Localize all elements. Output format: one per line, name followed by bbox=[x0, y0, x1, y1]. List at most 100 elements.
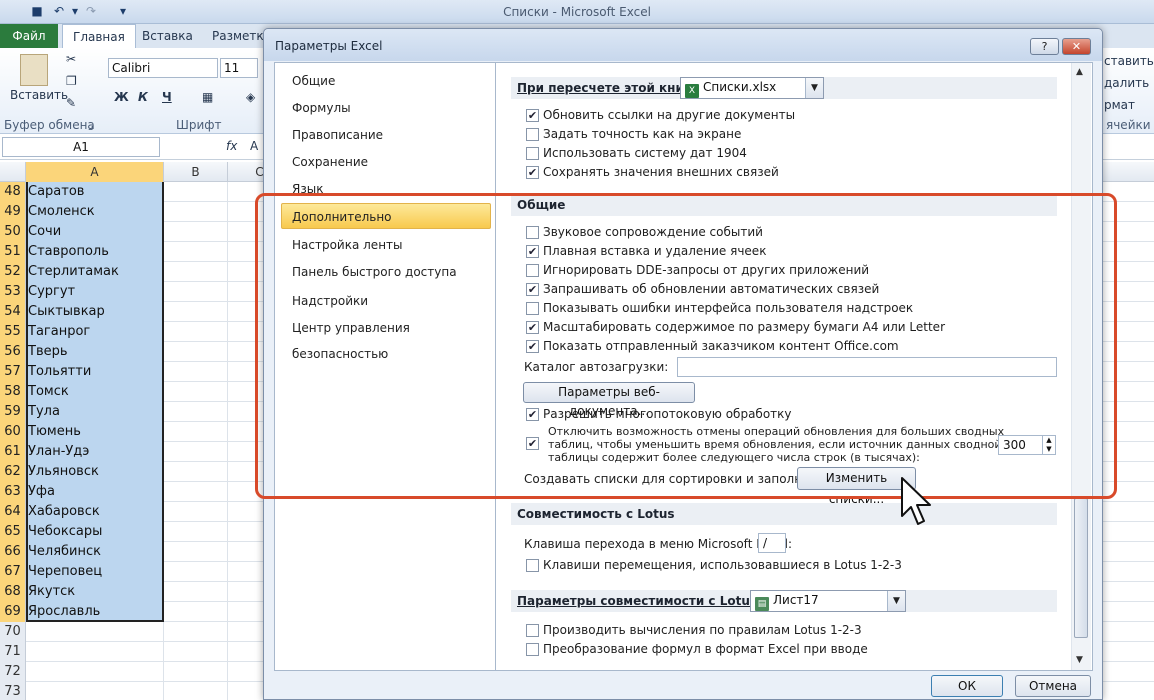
chevron-down-icon[interactable]: ▼ bbox=[887, 591, 905, 611]
name-box[interactable]: A1 bbox=[2, 137, 160, 157]
scrollbar-thumb[interactable] bbox=[1074, 498, 1088, 638]
tab-insert[interactable]: Вставка bbox=[132, 24, 203, 48]
recalc-workbook-select[interactable]: X Списки.xlsx ▼ bbox=[680, 77, 824, 99]
cut-icon[interactable]: ✂ bbox=[66, 52, 76, 66]
cell[interactable] bbox=[164, 442, 228, 462]
ok-button[interactable]: ОК bbox=[931, 675, 1003, 697]
cell[interactable] bbox=[164, 582, 228, 602]
cell-a[interactable]: Чебоксары bbox=[26, 522, 164, 542]
chevron-down-icon[interactable]: ▼ bbox=[805, 78, 823, 98]
checkbox[interactable] bbox=[526, 643, 539, 656]
cell-a[interactable]: Сочи bbox=[26, 222, 164, 242]
cell-a[interactable]: Улан-Удэ bbox=[26, 442, 164, 462]
row-header[interactable]: 70 bbox=[0, 622, 26, 642]
row-header[interactable]: 61 bbox=[0, 442, 26, 462]
cell-a[interactable]: Тверь bbox=[26, 342, 164, 362]
cell[interactable] bbox=[164, 182, 228, 202]
row-header[interactable]: 68 bbox=[0, 582, 26, 602]
cell[interactable] bbox=[164, 282, 228, 302]
checkbox[interactable]: ✔ bbox=[526, 109, 539, 122]
bold-button[interactable]: Ж bbox=[114, 90, 129, 104]
scroll-down-icon[interactable]: ▼ bbox=[1076, 655, 1083, 665]
row-header[interactable]: 65 bbox=[0, 522, 26, 542]
cell[interactable] bbox=[164, 642, 228, 662]
format-painter-icon[interactable]: ✎ bbox=[66, 96, 76, 110]
row-header[interactable]: 55 bbox=[0, 322, 26, 342]
tab-home[interactable]: Главная bbox=[62, 24, 136, 49]
cell-a[interactable]: Тольятти bbox=[26, 362, 164, 382]
row-header[interactable]: 63 bbox=[0, 482, 26, 502]
italic-button[interactable]: К bbox=[138, 90, 148, 104]
cell-a[interactable]: Череповец bbox=[26, 562, 164, 582]
close-button[interactable]: ✕ bbox=[1062, 38, 1091, 55]
cell-a[interactable] bbox=[26, 622, 164, 642]
cell-a[interactable]: Хабаровск bbox=[26, 502, 164, 522]
cell-a[interactable]: Сургут bbox=[26, 282, 164, 302]
cell-a[interactable]: Уфа bbox=[26, 482, 164, 502]
cell[interactable] bbox=[164, 542, 228, 562]
insert-cells-label[interactable]: ставить bbox=[1104, 54, 1154, 68]
row-header[interactable]: 53 bbox=[0, 282, 26, 302]
paste-icon[interactable] bbox=[20, 54, 48, 86]
cell[interactable] bbox=[164, 382, 228, 402]
cell[interactable] bbox=[164, 242, 228, 262]
cell-a[interactable]: Челябинск bbox=[26, 542, 164, 562]
scroll-up-icon[interactable]: ▲ bbox=[1076, 67, 1083, 77]
row-header[interactable]: 73 bbox=[0, 682, 26, 700]
cell[interactable] bbox=[164, 482, 228, 502]
cell[interactable] bbox=[164, 302, 228, 322]
cell[interactable] bbox=[164, 422, 228, 442]
cell-a[interactable]: Ульяновск bbox=[26, 462, 164, 482]
underline-button[interactable]: Ч bbox=[162, 90, 172, 104]
clipboard-launcher-icon[interactable]: ⌟ bbox=[88, 118, 94, 132]
checkbox[interactable] bbox=[526, 147, 539, 160]
font-name-select[interactable]: Calibri bbox=[108, 58, 218, 78]
lotus-menu-key-input[interactable]: / bbox=[758, 533, 786, 553]
row-header[interactable]: 67 bbox=[0, 562, 26, 582]
cell-a[interactable] bbox=[26, 682, 164, 700]
cell[interactable] bbox=[164, 342, 228, 362]
cell-a[interactable]: Саратов bbox=[26, 182, 164, 202]
fill-color-icon[interactable]: ◈ bbox=[246, 90, 255, 104]
nav-item-general[interactable]: Общие bbox=[281, 68, 491, 94]
row-header[interactable]: 51 bbox=[0, 242, 26, 262]
cell-a[interactable]: Якутск bbox=[26, 582, 164, 602]
cell[interactable] bbox=[164, 362, 228, 382]
cell-a[interactable]: Томск bbox=[26, 382, 164, 402]
row-header[interactable]: 50 bbox=[0, 222, 26, 242]
cell-a[interactable]: Ставрополь bbox=[26, 242, 164, 262]
cell[interactable] bbox=[164, 502, 228, 522]
select-all-corner[interactable] bbox=[0, 162, 26, 182]
cell[interactable] bbox=[164, 562, 228, 582]
row-header[interactable]: 71 bbox=[0, 642, 26, 662]
cell[interactable] bbox=[164, 662, 228, 682]
nav-item-formulas[interactable]: Формулы bbox=[281, 95, 491, 121]
checkbox[interactable] bbox=[526, 559, 539, 572]
row-header[interactable]: 52 bbox=[0, 262, 26, 282]
help-button[interactable]: ? bbox=[1030, 38, 1059, 55]
cell-a[interactable]: Таганрог bbox=[26, 322, 164, 342]
format-cells-label[interactable]: рмат bbox=[1104, 98, 1135, 112]
cell[interactable] bbox=[164, 262, 228, 282]
cell-a[interactable]: Ярославль bbox=[26, 602, 164, 622]
paste-label[interactable]: Вставить bbox=[10, 88, 68, 102]
row-header[interactable]: 58 bbox=[0, 382, 26, 402]
cell-a[interactable] bbox=[26, 662, 164, 682]
column-header-a[interactable]: A bbox=[26, 162, 164, 182]
cell[interactable] bbox=[164, 622, 228, 642]
cell[interactable] bbox=[164, 522, 228, 542]
borders-icon[interactable]: ▦ bbox=[202, 90, 213, 104]
row-header[interactable]: 62 bbox=[0, 462, 26, 482]
function-icon[interactable]: fx bbox=[226, 139, 237, 153]
cell[interactable] bbox=[164, 202, 228, 222]
row-header[interactable]: 48 bbox=[0, 182, 26, 202]
row-header[interactable]: 56 bbox=[0, 342, 26, 362]
cell-a[interactable]: Смоленск bbox=[26, 202, 164, 222]
cell-a[interactable] bbox=[26, 642, 164, 662]
cell[interactable] bbox=[164, 602, 228, 622]
row-header[interactable]: 66 bbox=[0, 542, 26, 562]
lotus-sheet-select[interactable]: ▤ Лист17 ▼ bbox=[750, 590, 906, 612]
formula-input[interactable]: A bbox=[250, 139, 258, 153]
cell[interactable] bbox=[164, 402, 228, 422]
delete-cells-label[interactable]: далить bbox=[1104, 76, 1149, 90]
